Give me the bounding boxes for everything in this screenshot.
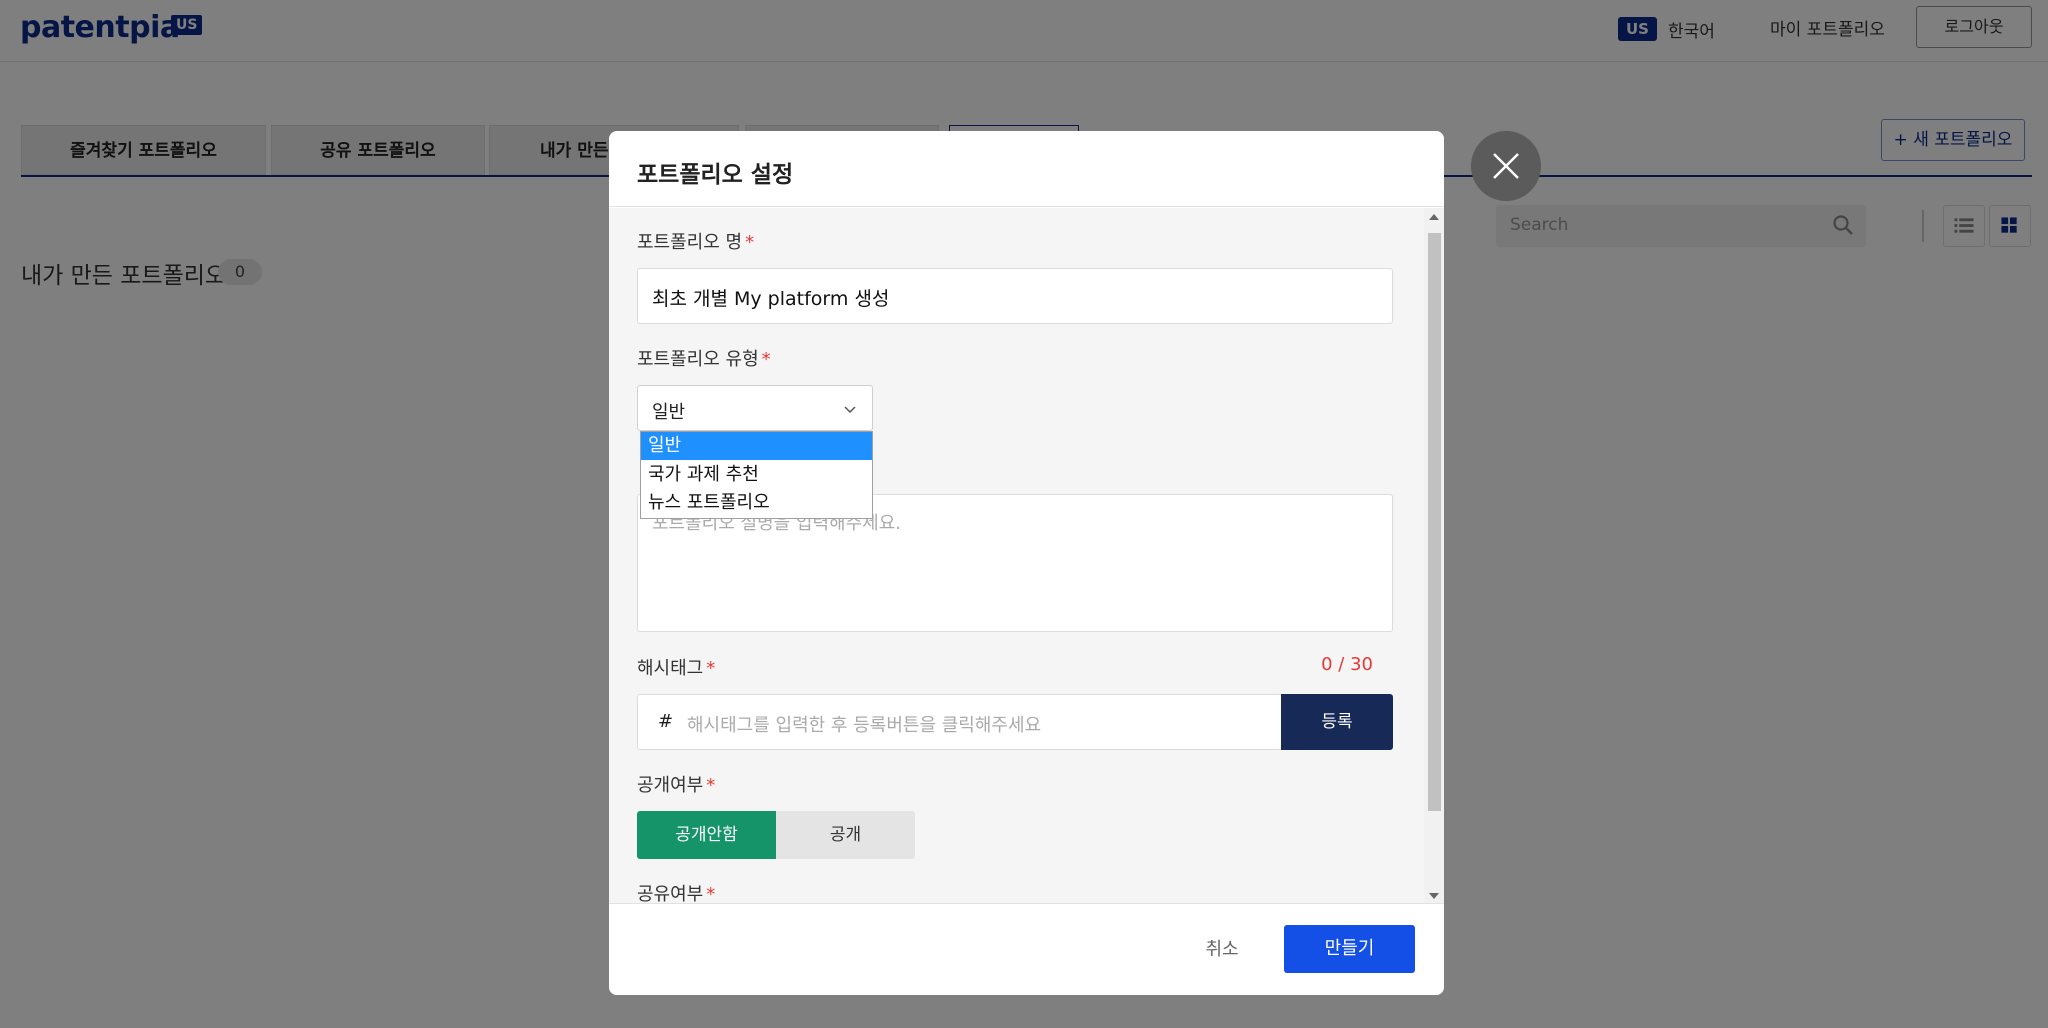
hash-symbol: # (658, 711, 674, 732)
scroll-up-arrow-icon[interactable] (1429, 214, 1439, 220)
dropdown-option-general[interactable]: 일반 (641, 432, 872, 460)
dropdown-option-news-portfolio[interactable]: 뉴스 포트폴리오 (641, 489, 872, 517)
scroll-down-arrow-icon[interactable] (1429, 893, 1439, 899)
create-button[interactable]: 만들기 (1284, 925, 1415, 973)
modal-footer: 취소 만들기 (609, 903, 1444, 995)
portfolio-name-value: 최초 개별 My platform 생성 (652, 288, 890, 310)
hashtag-label: 해시태그 * (637, 658, 716, 679)
dropdown-option-national-project[interactable]: 국가 과제 추천 (641, 461, 872, 489)
portfolio-type-dropdown: 일반 국가 과제 추천 뉴스 포트폴리오 (640, 431, 873, 519)
portfolio-name-label: 포트폴리오 명 * (637, 232, 755, 253)
hashtag-register-button[interactable]: 등록 (1281, 694, 1393, 750)
hashtag-field[interactable]: # 해시태그를 입력한 후 등록버튼을 클릭해주세요 (637, 694, 1281, 750)
portfolio-type-select[interactable]: 일반 (637, 385, 873, 431)
portfolio-type-value: 일반 (652, 402, 686, 423)
private-toggle-button[interactable]: 공개안함 (637, 811, 776, 859)
portfolio-type-label: 포트폴리오 유형 * (637, 349, 771, 370)
hashtag-input[interactable]: 해시태그를 입력한 후 등록버튼을 클릭해주세요 (687, 711, 1041, 737)
close-icon (1493, 153, 1519, 179)
modal-body: 포트폴리오 명 * 최초 개별 My platform 생성 포트폴리오 유형 * … (609, 208, 1424, 995)
cancel-button[interactable]: 취소 (1188, 927, 1256, 973)
public-toggle-button[interactable]: 공개 (776, 811, 915, 859)
modal-header: 포트폴리오 설정 (609, 131, 1444, 207)
portfolio-name-field[interactable]: 최초 개별 My platform 생성 (637, 268, 1393, 324)
modal-scrollbar[interactable] (1424, 208, 1444, 995)
modal-title: 포트폴리오 설정 (637, 162, 794, 188)
scroll-thumb[interactable] (1428, 233, 1441, 811)
hashtag-counter: 0 / 30 (1321, 654, 1373, 675)
public-label: 공개여부 * (637, 775, 716, 796)
chevron-down-icon (844, 406, 856, 414)
portfolio-settings-modal: 포트폴리오 설정 포트폴리오 명 * 최초 개별 My platform 생성 포… (609, 131, 1444, 995)
modal-close-button[interactable] (1471, 131, 1541, 201)
